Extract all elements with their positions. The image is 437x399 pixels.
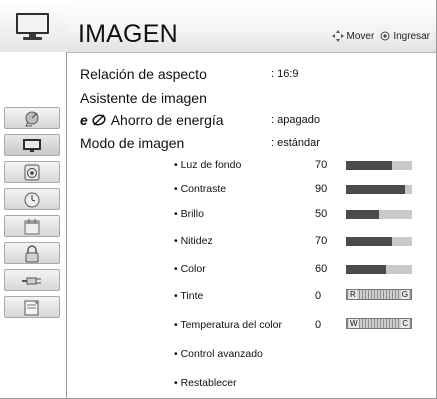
setting-value: 70 <box>315 235 328 247</box>
color-temperature-value: 0 <box>315 319 322 331</box>
hint-enter-label: Ingresar <box>393 30 430 42</box>
lock-icon <box>25 244 39 262</box>
setting-label[interactable]: • Luz de fondo <box>174 159 241 171</box>
menu-item-aspect-ratio[interactable]: Relación de aspecto <box>80 66 207 84</box>
setting-level-fill <box>346 210 379 219</box>
setting-label[interactable]: • Brillo <box>174 208 204 220</box>
monitor-icon <box>23 138 41 152</box>
setting-level-fill <box>346 237 393 246</box>
energy-saving-label: Ahorro de energía <box>110 112 224 128</box>
setting-value: 50 <box>315 208 328 220</box>
sidebar-item-lock[interactable] <box>4 242 60 264</box>
setting-level-bar[interactable] <box>346 161 412 170</box>
color-temperature-slider[interactable]: W C <box>346 318 412 329</box>
energy-saving-value: : apagado <box>271 114 320 126</box>
direction-pad-icon <box>331 30 344 42</box>
sidebar-item-speaker[interactable] <box>4 161 60 183</box>
page-title: IMAGEN <box>78 20 178 48</box>
picture-mode-value: : estándar <box>271 137 320 149</box>
setting-level-fill <box>346 185 406 194</box>
speaker-icon <box>24 164 40 180</box>
sidebar-item-satellite-dish[interactable] <box>4 107 60 129</box>
setting-label[interactable]: • Color <box>174 263 206 275</box>
category-icon-strip <box>4 107 60 331</box>
sidebar-item-document[interactable] <box>4 296 60 318</box>
tint-label[interactable]: • Tinte <box>174 290 203 302</box>
sidebar-item-calendar[interactable] <box>4 215 60 237</box>
color-temperature-right-letter: C <box>401 319 409 328</box>
aspect-ratio-value: : 16:9 <box>271 68 299 80</box>
setting-value: 70 <box>315 159 328 171</box>
clock-icon <box>24 192 40 207</box>
setting-label[interactable]: • Contraste <box>174 183 226 195</box>
document-icon <box>24 299 39 315</box>
setting-level-bar[interactable] <box>346 210 412 219</box>
sidebar-item-connector[interactable] <box>4 269 60 291</box>
picture-mode-label: Modo de imagen <box>80 135 185 151</box>
menu-item-energy-saving[interactable]: e Ahorro de energía <box>80 112 224 130</box>
color-temperature-label[interactable]: • Temperatura del color <box>174 319 282 331</box>
setting-level-bar[interactable] <box>346 185 412 194</box>
tint-value: 0 <box>315 290 322 302</box>
connector-icon <box>22 277 41 284</box>
menu-item-reset[interactable]: • Restablecer <box>174 377 237 389</box>
picture-menu: Relación de aspecto : 16:9 Asistente de … <box>67 53 436 398</box>
picture-wizard-label: Asistente de imagen <box>80 90 207 106</box>
tint-slider[interactable]: R G <box>346 289 412 300</box>
sidebar-item-monitor[interactable] <box>4 134 60 156</box>
energy-leaf-icon <box>92 114 106 126</box>
color-temperature-left-letter: W <box>349 319 359 328</box>
setting-level-fill <box>346 265 386 274</box>
setting-value: 60 <box>315 263 328 275</box>
category-sidebar <box>0 52 67 398</box>
satellite-dish-icon <box>25 111 39 126</box>
menu-item-picture-wizard[interactable]: Asistente de imagen <box>80 90 207 108</box>
navigation-hint: Mover Ingresar <box>331 30 430 42</box>
tint-left-letter: R <box>349 290 357 299</box>
energy-saving-prefix: e <box>80 112 88 128</box>
sidebar-item-clock[interactable] <box>4 188 60 210</box>
menu-item-advanced-control[interactable]: • Control avanzado <box>174 348 263 360</box>
menu-item-picture-mode[interactable]: Modo de imagen <box>80 135 184 153</box>
setting-value: 90 <box>315 183 328 195</box>
setting-level-bar[interactable] <box>346 237 412 246</box>
ok-button-icon <box>380 31 390 41</box>
tv-icon <box>16 13 49 40</box>
calendar-icon <box>24 218 40 234</box>
menu-category-cell <box>0 0 67 52</box>
aspect-ratio-label: Relación de aspecto <box>80 66 207 82</box>
hint-move-label: Mover <box>346 30 375 42</box>
setting-label[interactable]: • Nitidez <box>174 235 213 247</box>
setting-level-fill <box>346 161 393 170</box>
setting-level-bar[interactable] <box>346 265 412 274</box>
tint-right-letter: G <box>400 290 409 299</box>
menu-header: IMAGEN Mover Ingresar <box>66 0 436 53</box>
